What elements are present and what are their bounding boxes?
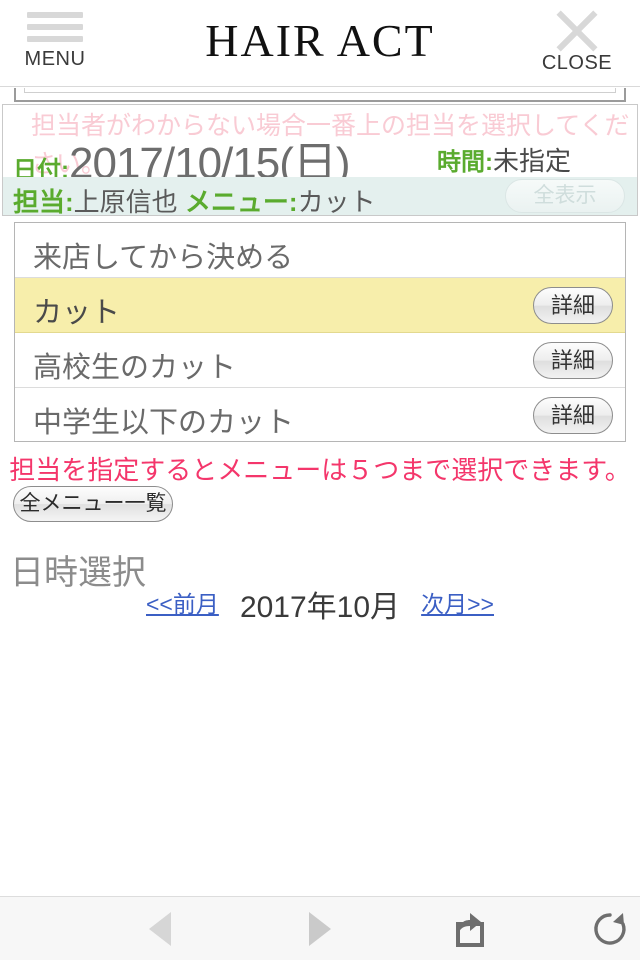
- forward-button[interactable]: [240, 897, 400, 960]
- triangle-left-icon: [149, 912, 171, 946]
- staff-label: 担当:: [13, 187, 74, 216]
- menu-item-label: 中学生以下のカット: [33, 407, 295, 439]
- next-month-link[interactable]: 次月>>: [421, 585, 494, 619]
- time-group: 時間:未指定: [437, 141, 571, 178]
- menu-list-item[interactable]: 高校生のカット 詳細: [15, 333, 625, 388]
- reload-button[interactable]: [530, 897, 640, 960]
- app-header: MENU HAIR ACT CLOSE: [0, 0, 640, 87]
- share-button[interactable]: [390, 897, 550, 960]
- page-root: MENU HAIR ACT CLOSE 担当者がわからない場合一番上の担当を選択…: [0, 0, 640, 960]
- close-button[interactable]: CLOSE: [532, 8, 622, 80]
- reload-icon: [594, 913, 626, 945]
- menu-item-label: 高校生のカット: [33, 352, 237, 384]
- time-label: 時間:: [437, 149, 493, 176]
- menu-item-detail-button[interactable]: 詳細: [533, 397, 613, 434]
- menu-value: カット: [297, 187, 376, 216]
- menu-item-detail-button[interactable]: 詳細: [533, 287, 613, 324]
- menu-list: 来店してから決める カット 詳細 高校生のカット 詳細 中学生以下のカット 詳細: [14, 222, 626, 442]
- staff-menu-text: 担当:上原信也 メニュー:カット: [13, 182, 376, 216]
- menu-list-item[interactable]: カット 詳細: [15, 278, 625, 333]
- scrolled-panel-top-edge: [14, 88, 626, 102]
- back-button[interactable]: [80, 897, 240, 960]
- scrolled-panel-inner-edge: [24, 88, 616, 93]
- menu-label: メニュー:: [184, 187, 298, 216]
- browser-toolbar: [0, 896, 640, 960]
- show-all-button[interactable]: 全表示: [505, 179, 625, 213]
- triangle-right-icon: [309, 912, 331, 946]
- menu-item-detail-button[interactable]: 詳細: [533, 342, 613, 379]
- calendar-nav: <<前月 2017年10月 次月>>: [0, 585, 640, 624]
- share-icon: [456, 913, 484, 947]
- menu-item-label: 来店してから決める: [33, 242, 294, 274]
- menu-list-item[interactable]: 来店してから決める: [15, 223, 625, 278]
- booking-summary-panel: 担当者がわからない場合一番上の担当を選択してください。 日付:2017/10/1…: [2, 104, 638, 216]
- staff-value: 上原信也: [73, 187, 178, 216]
- summary-row-date-time: 日付:2017/10/15(日) 時間:未指定: [13, 127, 633, 196]
- menu-list-item[interactable]: 中学生以下のカット 詳細: [15, 388, 625, 441]
- calendar-viewport: 日月火水木金土 12345678910111213141516171819202…: [0, 616, 640, 896]
- menu-limit-note: 担当を指定するとメニューは５つまで選択できます。: [9, 455, 631, 485]
- close-button-label: CLOSE: [541, 52, 613, 74]
- all-menu-button[interactable]: 全メニュー一覧: [13, 486, 173, 522]
- menu-item-label: カット: [33, 297, 121, 329]
- summary-row-staff-menu: 担当:上原信也 メニュー:カット 全表示: [3, 177, 637, 216]
- close-icon: [554, 8, 600, 54]
- time-value: 未指定: [493, 146, 572, 176]
